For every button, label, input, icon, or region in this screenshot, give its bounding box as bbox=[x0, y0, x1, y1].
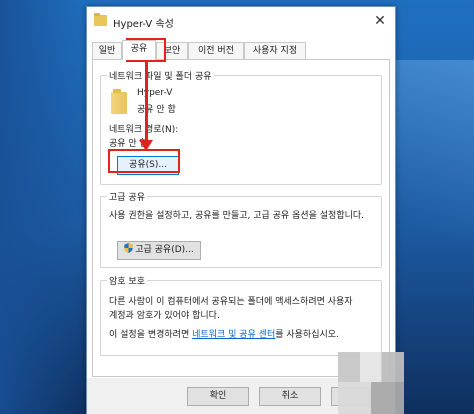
advanced-share-button[interactable]: 고급 공유(D)... bbox=[117, 241, 201, 260]
password-change-prefix: 이 설정을 변경하려면 bbox=[109, 330, 190, 340]
password-description-line2: 계정과 암호가 있어야 합니다. bbox=[109, 311, 220, 321]
group-title: 암호 보호 bbox=[107, 274, 147, 287]
tab-general[interactable]: 일반 bbox=[92, 42, 122, 59]
tab-sharing[interactable]: 공유 bbox=[122, 40, 156, 60]
sharing-panel: 네트워크 파일 및 폴더 공유 Hyper-V 공유 안 함 네트워크 경로(N… bbox=[92, 59, 390, 377]
password-change-suffix: 를 사용하십시오. bbox=[275, 330, 339, 340]
annotation-share-button-highlight bbox=[108, 149, 180, 173]
network-sharing-center-link[interactable]: 네트워크 및 공유 센터 bbox=[192, 330, 275, 340]
folder-icon bbox=[94, 13, 107, 26]
uac-shield-icon bbox=[124, 243, 133, 253]
password-protect-group: 암호 보호 다른 사람이 이 컴퓨터에서 공유되는 폴더에 액세스하려면 사용자… bbox=[100, 274, 382, 356]
tab-customize[interactable]: 사용자 지정 bbox=[244, 42, 306, 59]
advanced-share-button-label: 고급 공유(D)... bbox=[135, 245, 194, 255]
group-title: 고급 공유 bbox=[107, 190, 147, 203]
password-change-line: 이 설정을 변경하려면 네트워크 및 공유 센터를 사용하십시오. bbox=[109, 327, 339, 340]
folder-name: Hyper-V bbox=[137, 88, 173, 98]
advanced-share-description: 사용 권한을 설정하고, 공유를 만들고, 고급 공유 옵션을 설정합니다. bbox=[109, 211, 365, 221]
tab-strip: 일반 공유 보안 이전 버전 사용자 지정 bbox=[92, 40, 392, 60]
folder-share-status: 공유 안 함 bbox=[137, 105, 176, 115]
advanced-share-group: 고급 공유 사용 권한을 설정하고, 공유를 만들고, 고급 공유 옵션을 설정… bbox=[100, 190, 382, 268]
annotation-arrow-line bbox=[145, 62, 148, 142]
ok-button[interactable]: 확인 bbox=[187, 387, 249, 406]
pixelated-overlay bbox=[338, 352, 404, 414]
window-title: Hyper-V 속성 bbox=[113, 19, 174, 30]
cancel-button[interactable]: 취소 bbox=[259, 387, 321, 406]
network-path-label: 네트워크 경로(N): bbox=[109, 125, 179, 135]
desktop-background-right bbox=[384, 60, 474, 300]
title-bar[interactable]: Hyper-V 속성 ✕ bbox=[87, 7, 395, 35]
folder-icon bbox=[111, 89, 127, 114]
password-description-line1: 다른 사람이 이 컴퓨터에서 공유되는 폴더에 액세스하려면 사용자 bbox=[109, 297, 353, 307]
group-title: 네트워크 파일 및 폴더 공유 bbox=[107, 69, 214, 82]
tab-previous-versions[interactable]: 이전 버전 bbox=[188, 42, 244, 59]
close-button[interactable]: ✕ bbox=[371, 12, 389, 30]
desktop-background-left bbox=[0, 0, 90, 414]
